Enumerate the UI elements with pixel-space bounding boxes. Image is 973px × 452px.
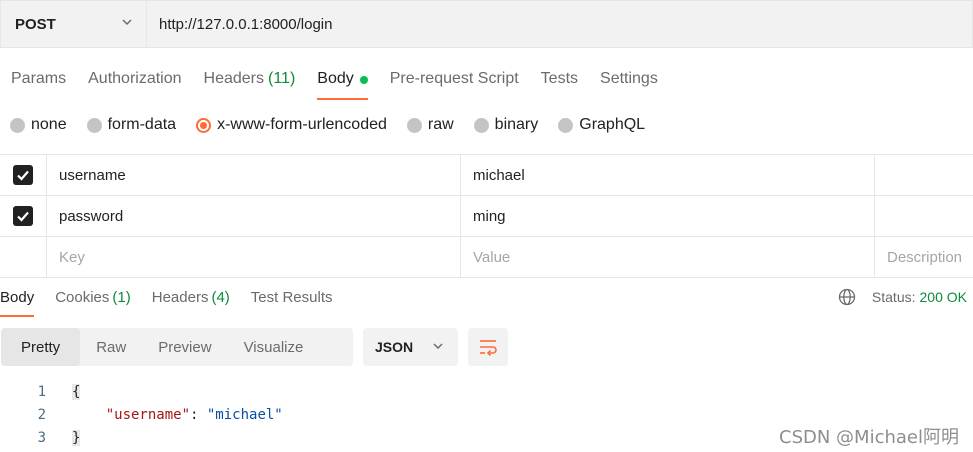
method-dropdown[interactable]: POST [1,1,147,47]
tab-pre-request-script[interactable]: Pre-request Script [379,62,530,100]
radio-off-icon [10,117,25,133]
view-visualize[interactable]: Visualize [228,328,320,366]
radio-raw[interactable]: raw [406,116,454,134]
status-label: Status: [871,289,916,305]
radio-none[interactable]: none [10,116,67,134]
request-tabs: Params Authorization Headers (11) Body Pr… [0,62,669,100]
table-row: username michael [0,155,973,196]
table-row: password ming [0,196,973,237]
response-tab-cookies[interactable]: Cookies (1) [55,280,131,318]
body-type-radios: none form-data x-www-form-urlencoded raw… [0,110,655,140]
format-label: JSON [375,339,414,355]
status-value: 200 OK [919,289,967,305]
response-tab-headers[interactable]: Headers (4) [152,280,230,318]
json-key: "username" [105,406,191,423]
radio-x-www-form-urlencoded[interactable]: x-www-form-urlencoded [196,116,387,134]
request-bar: POST http://127.0.0.1:8000/login [0,0,973,48]
radio-form-data[interactable]: form-data [86,116,176,134]
response-view-segmented: Pretty Raw Preview Visualize [1,328,353,366]
value-cell[interactable]: ming [461,196,875,236]
line-number: 3 [37,429,46,446]
code-line: 3 } [0,426,283,449]
value-cell[interactable]: michael [461,155,875,195]
wrap-lines-button[interactable] [468,328,508,366]
view-raw[interactable]: Raw [80,328,142,366]
active-dot-icon [359,76,368,84]
key-cell[interactable]: password [47,196,461,236]
json-value: "michael" [206,406,283,423]
response-status: Status: 200 OK [838,288,967,306]
format-dropdown[interactable]: JSON [363,328,458,366]
chevron-down-icon [120,15,134,33]
key-cell[interactable]: username [47,155,461,195]
value-input[interactable]: Value [461,237,875,277]
tab-body[interactable]: Body [306,62,378,100]
response-tab-body[interactable]: Body [0,280,35,318]
code-line: 2 "username": "michael" [0,403,283,426]
radio-off-icon [86,117,102,133]
line-number: 1 [37,383,46,400]
globe-icon[interactable] [838,288,856,306]
radio-graphql[interactable]: GraphQL [558,116,645,134]
table-row-empty: Key Value Description [0,237,973,278]
radio-off-icon [473,117,489,133]
radio-off-icon [558,117,574,133]
check-icon [17,170,29,181]
chevron-down-icon [432,339,444,355]
code-line: 1 { [0,380,283,403]
check-icon [17,211,29,222]
tab-tests[interactable]: Tests [530,62,589,100]
wrap-lines-icon [480,340,497,356]
line-number: 2 [37,406,46,423]
response-code: 1 { 2 "username": "michael" 3 } [0,380,283,449]
headers-count: (11) [268,70,296,87]
tab-settings[interactable]: Settings [589,62,669,100]
key-input[interactable]: Key [47,237,461,277]
url-input[interactable]: http://127.0.0.1:8000/login [147,1,972,47]
row-checkbox[interactable] [13,206,33,226]
response-tabs: Body Cookies (1) Headers (4) Test Results [0,280,354,318]
view-pretty[interactable]: Pretty [1,328,81,366]
response-tab-test-results[interactable]: Test Results [251,280,333,318]
url-text: http://127.0.0.1:8000/login [159,15,333,33]
radio-on-icon [196,117,212,133]
tab-params[interactable]: Params [0,62,77,100]
description-cell[interactable] [875,155,973,195]
params-table: username michael password ming Key Value… [0,154,973,278]
watermark: CSDN @Michael阿明 [779,427,959,448]
method-label: POST [15,15,56,33]
description-cell[interactable] [875,196,973,236]
tab-headers[interactable]: Headers (11) [193,62,307,100]
description-input[interactable]: Description [875,237,973,277]
row-checkbox[interactable] [13,165,33,185]
view-preview[interactable]: Preview [142,328,227,366]
radio-off-icon [406,117,422,133]
radio-binary[interactable]: binary [473,116,538,134]
tab-authorization[interactable]: Authorization [77,62,192,100]
